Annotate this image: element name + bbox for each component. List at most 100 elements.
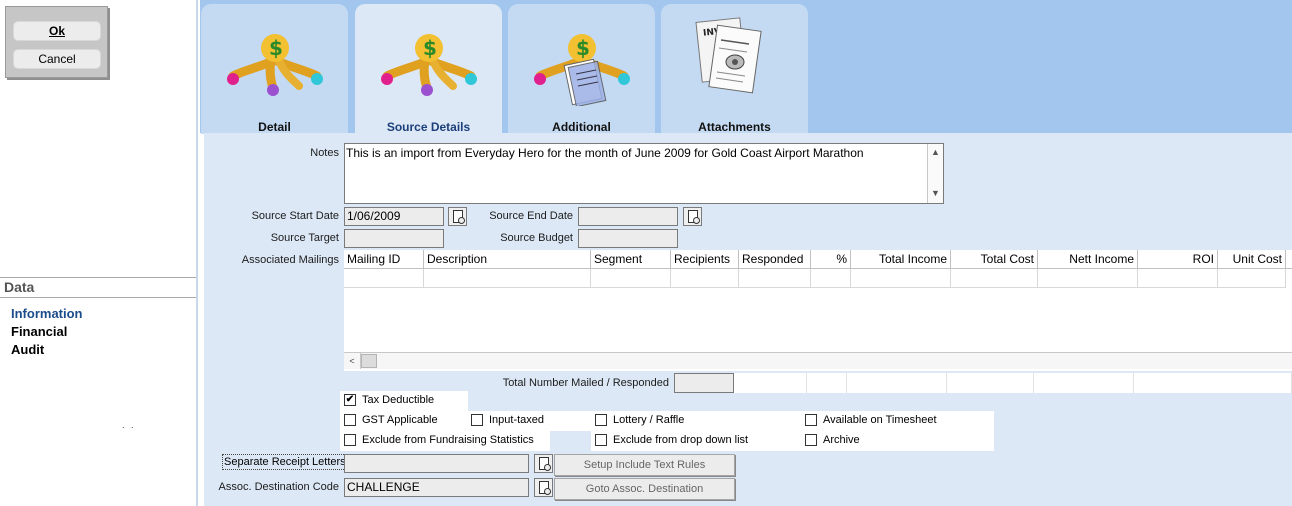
total-mailed-field [674, 373, 734, 393]
total-cell [807, 373, 847, 393]
tab-detail[interactable]: $ Detail [201, 4, 348, 134]
checkbox-icon [805, 414, 817, 426]
source-budget-field[interactable] [578, 229, 678, 248]
nav-item-audit[interactable]: Audit [11, 342, 44, 357]
column-header-segment[interactable]: Segment [591, 250, 671, 269]
documents-paperclip-icon: INV [695, 17, 762, 94]
end-date-picker-icon[interactable] [683, 207, 702, 226]
svg-text:$: $ [576, 36, 590, 60]
separate-receipt-letters-field[interactable] [344, 454, 529, 473]
checkbox-label: Exclude from drop down list [613, 434, 749, 446]
tab-label: Additional [552, 120, 611, 134]
timesheet-options-group: Available on Timesheet Archive [801, 411, 994, 451]
total-mailed-label: Total Number Mailed / Responded [502, 377, 669, 389]
column-header-roi[interactable]: ROI [1138, 250, 1218, 269]
source-target-field[interactable] [344, 229, 444, 248]
checkbox-label: Lottery / Raffle [613, 414, 685, 426]
decorative-dots: . . [122, 420, 136, 430]
column-header-percent[interactable]: % [811, 250, 851, 269]
input-taxed-group [550, 411, 591, 431]
checkbox-label: Tax Deductible [362, 394, 435, 406]
checkbox-label: Exclude from Fundraising Statistics [362, 434, 534, 446]
lottery-options-group: Lottery / Raffle Exclude from drop down … [591, 411, 801, 451]
column-header-mailing-id[interactable]: Mailing ID [344, 250, 424, 269]
cancel-button[interactable]: Cancel [13, 49, 101, 69]
grid-cell[interactable] [1038, 269, 1138, 288]
nav-item-financial[interactable]: Financial [11, 324, 67, 339]
total-cell [1134, 373, 1292, 393]
associated-mailings-label: Associated Mailings [241, 254, 339, 266]
checkbox-icon [595, 414, 607, 426]
column-header-extra [1286, 250, 1292, 269]
associated-mailings-grid[interactable]: Mailing ID Description Segment Recipient… [344, 250, 1292, 371]
assoc-destination-code-label: Assoc. Destination Code [218, 481, 339, 493]
tab-attachments[interactable]: INV Attachments [661, 4, 808, 134]
grid-cell[interactable] [591, 269, 671, 288]
column-header-unit-cost[interactable]: Unit Cost [1218, 250, 1286, 269]
notes-label: Notes [310, 147, 339, 159]
tax-deductible-group: ✔ Tax Deductible [340, 391, 468, 411]
checkbox-label: Available on Timesheet [823, 414, 937, 426]
source-budget-label: Source Budget [500, 232, 573, 244]
fundraising-options-group: GST Applicable Input-taxed Exclude from … [340, 411, 550, 451]
ok-button[interactable]: Ok [13, 21, 101, 41]
goto-assoc-destination-button[interactable]: Goto Assoc. Destination [554, 478, 735, 500]
source-details-panel: Notes This is an import from Everyday He… [204, 133, 1292, 506]
total-cell [847, 373, 947, 393]
grid-cell[interactable] [1218, 269, 1286, 288]
tab-additional[interactable]: $ Additional [508, 4, 655, 134]
left-pane: Ok Cancel Data Information Financial Aud… [0, 0, 198, 506]
column-header-total-cost[interactable]: Total Cost [951, 250, 1038, 269]
column-header-nett-income[interactable]: Nett Income [1038, 250, 1138, 269]
dialog-button-group: Ok Cancel [5, 6, 108, 78]
dollar-fountain-notepad-icon: $ [534, 34, 630, 106]
column-header-responded[interactable]: Responded [739, 250, 811, 269]
dollar-fountain-icon: $ [227, 34, 323, 96]
grid-cell[interactable] [951, 269, 1038, 288]
grid-cell[interactable] [739, 269, 811, 288]
source-end-date-label: Source End Date [489, 210, 573, 222]
tab-label: Attachments [698, 120, 771, 134]
checkbox-icon [595, 434, 607, 446]
separate-receipt-letters-label[interactable]: Separate Receipt Letters [222, 454, 348, 470]
assoc-destination-code-field[interactable]: CHALLENGE [344, 478, 529, 497]
scroll-left-icon[interactable]: < [344, 353, 361, 369]
tab-source-details[interactable]: $ Source Details [355, 4, 502, 134]
scroll-up-icon[interactable]: ▲ [931, 147, 940, 157]
grid-cell[interactable] [671, 269, 739, 288]
column-header-recipients[interactable]: Recipients [671, 250, 739, 269]
nav-item-information[interactable]: Information [11, 306, 83, 321]
separate-receipt-lookup-icon[interactable] [534, 454, 553, 473]
scroll-down-icon[interactable]: ▼ [931, 188, 940, 198]
dollar-fountain-icon: $ [381, 34, 477, 96]
checkbox-icon [471, 414, 483, 426]
notes-scrollbar[interactable]: ▲ ▼ [927, 144, 943, 203]
grid-cell[interactable] [811, 269, 851, 288]
grid-cell[interactable] [1138, 269, 1218, 288]
setup-include-text-rules-button[interactable]: Setup Include Text Rules [554, 454, 735, 476]
tab-label: Source Details [386, 120, 471, 134]
column-header-description[interactable]: Description [424, 250, 591, 269]
grid-cell[interactable] [344, 269, 424, 288]
checkbox-label: Archive [823, 434, 860, 446]
assoc-destination-lookup-icon[interactable] [534, 478, 553, 497]
grid-horizontal-scrollbar[interactable]: < [344, 352, 1292, 369]
checkbox-icon [805, 434, 817, 446]
notes-text: This is an import from Everyday Hero for… [346, 146, 864, 160]
svg-text:$: $ [423, 36, 437, 60]
tab-label: Detail [258, 120, 291, 134]
total-cell [947, 373, 1034, 393]
grid-cell[interactable] [424, 269, 591, 288]
source-start-date-field[interactable]: 1/06/2009 [344, 207, 444, 226]
source-start-date-label: Source Start Date [251, 210, 339, 222]
source-end-date-field[interactable] [578, 207, 678, 226]
grid-cell[interactable] [851, 269, 951, 288]
column-header-total-income[interactable]: Total Income [851, 250, 951, 269]
notes-textarea[interactable]: This is an import from Everyday Hero for… [344, 143, 944, 204]
totals-row [734, 373, 1292, 393]
scroll-thumb[interactable] [361, 354, 377, 368]
checkbox-icon [344, 434, 356, 446]
checkbox-label: GST Applicable [362, 414, 438, 426]
total-cell [1034, 373, 1134, 393]
svg-text:$: $ [269, 36, 283, 60]
